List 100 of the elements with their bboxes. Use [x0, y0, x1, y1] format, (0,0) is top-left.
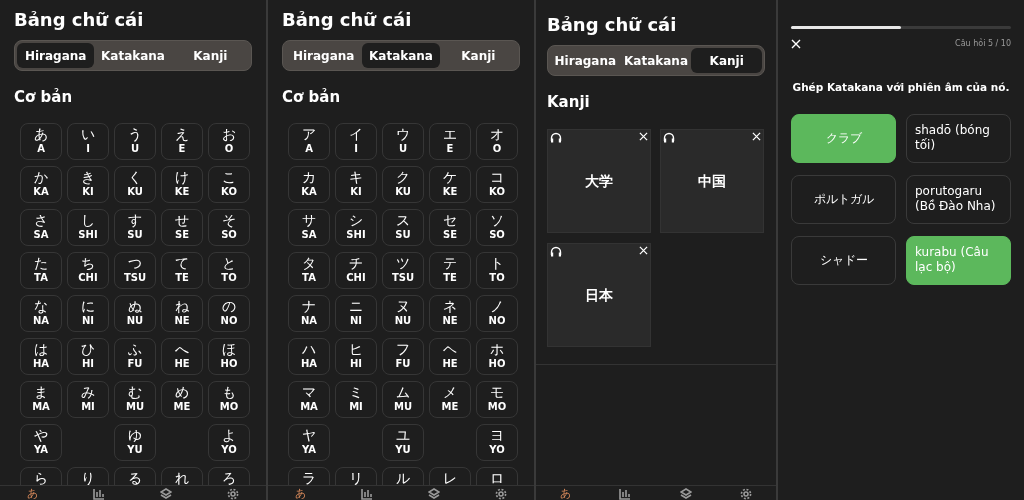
kana-tile[interactable]: フ FU — [382, 338, 424, 375]
kana-tile[interactable]: ひ HI — [67, 338, 109, 375]
kana-tile[interactable]: ケ KE — [429, 166, 471, 203]
kana-tile[interactable]: つ TSU — [114, 252, 156, 289]
kana-tile[interactable]: コ KO — [476, 166, 518, 203]
kana-tile[interactable]: セ SE — [429, 209, 471, 246]
nav-tab[interactable]: あ — [560, 488, 572, 500]
kana-tile[interactable]: ミ MI — [335, 381, 377, 418]
kana-tile[interactable]: か KA — [20, 166, 62, 203]
kana-tile[interactable]: ホ HO — [476, 338, 518, 375]
kana-tile[interactable]: た TA — [20, 252, 62, 289]
kanji-card[interactable]: 中国 — [660, 129, 764, 233]
answer-option[interactable]: shadō (bóng tối) — [906, 113, 1011, 163]
kana-tile[interactable]: イ I — [335, 123, 377, 160]
answer-option[interactable]: porutogaru (Bồ Đào Nha) — [906, 174, 1011, 224]
nav-tab[interactable]: あ — [27, 488, 39, 500]
kana-tile[interactable]: も MO — [208, 381, 250, 418]
kana-tile[interactable]: サ SA — [288, 209, 330, 246]
kana-tile[interactable]: オ O — [476, 123, 518, 160]
kana-tile[interactable]: ぬ NU — [114, 295, 156, 332]
kana-tile[interactable]: ユ YU — [382, 424, 424, 461]
kana-tile[interactable]: ち CHI — [67, 252, 109, 289]
kana-tile[interactable]: チ CHI — [335, 252, 377, 289]
headphones-icon[interactable] — [663, 132, 675, 143]
kana-tile[interactable]: エ E — [429, 123, 471, 160]
layers-icon[interactable] — [427, 488, 440, 500]
kana-tile[interactable]: お O — [208, 123, 250, 160]
kana-tile[interactable]: ム MU — [382, 381, 424, 418]
close-icon[interactable] — [791, 39, 801, 49]
layers-icon[interactable] — [159, 488, 172, 500]
tab[interactable]: Katakana — [362, 43, 440, 68]
layers-icon[interactable] — [679, 488, 692, 500]
kana-tile[interactable]: ハ HA — [288, 338, 330, 375]
settings-icon[interactable] — [494, 488, 507, 500]
kana-tile[interactable]: ツ TSU — [382, 252, 424, 289]
settings-icon[interactable] — [739, 488, 752, 500]
kana-tile[interactable]: あ A — [20, 123, 62, 160]
headphones-icon[interactable] — [550, 246, 562, 257]
kana-tile[interactable]: け KE — [161, 166, 203, 203]
kana-tile[interactable]: の NO — [208, 295, 250, 332]
tab[interactable]: Hiragana — [17, 43, 95, 68]
kana-tile[interactable]: や YA — [20, 424, 62, 461]
kana-tile[interactable]: ゆ YU — [114, 424, 156, 461]
settings-icon[interactable] — [226, 488, 239, 500]
kana-tile[interactable]: ふ FU — [114, 338, 156, 375]
kana-tile[interactable]: テ TE — [429, 252, 471, 289]
kana-tile[interactable]: く KU — [114, 166, 156, 203]
kanji-card[interactable]: 日本 — [547, 243, 651, 347]
kana-tile[interactable]: ノ NO — [476, 295, 518, 332]
kana-tile[interactable]: カ KA — [288, 166, 330, 203]
kana-tile[interactable]: ヘ HE — [429, 338, 471, 375]
tab[interactable]: Kanji — [439, 43, 517, 68]
kana-tile[interactable]: さ SA — [20, 209, 62, 246]
kana-tile[interactable]: ね NE — [161, 295, 203, 332]
kana-tile[interactable]: シ SHI — [335, 209, 377, 246]
kana-tile[interactable]: モ MO — [476, 381, 518, 418]
kana-tile[interactable]: ヤ YA — [288, 424, 330, 461]
kana-tile[interactable]: ス SU — [382, 209, 424, 246]
kana-tile[interactable]: め ME — [161, 381, 203, 418]
kanji-card[interactable]: 大学 — [547, 129, 651, 233]
close-icon[interactable] — [752, 132, 761, 141]
kana-tile[interactable]: よ YO — [208, 424, 250, 461]
tab[interactable]: Katakana — [620, 48, 692, 73]
kana-tile[interactable]: は HA — [20, 338, 62, 375]
tab[interactable]: Hiragana — [550, 48, 621, 73]
kana-tile[interactable]: ヨ YO — [476, 424, 518, 461]
kana-tile[interactable]: ウ U — [382, 123, 424, 160]
kana-tile[interactable]: し SHI — [67, 209, 109, 246]
kana-tile[interactable]: マ MA — [288, 381, 330, 418]
kana-tile[interactable]: ナ NA — [288, 295, 330, 332]
kana-tile[interactable]: ま MA — [20, 381, 62, 418]
kana-tile[interactable]: せ SE — [161, 209, 203, 246]
close-icon[interactable] — [639, 132, 648, 141]
tab[interactable]: Katakana — [94, 43, 172, 68]
chart-icon[interactable] — [93, 488, 106, 500]
kana-tile[interactable]: ほ HO — [208, 338, 250, 375]
kana-tile[interactable]: と TO — [208, 252, 250, 289]
tab[interactable]: Kanji — [691, 48, 762, 73]
tab[interactable]: Hiragana — [285, 43, 363, 68]
kana-tile[interactable]: ニ NI — [335, 295, 377, 332]
kana-tile[interactable]: ア A — [288, 123, 330, 160]
kana-tile[interactable]: ト TO — [476, 252, 518, 289]
kana-tile[interactable]: タ TA — [288, 252, 330, 289]
kana-tile[interactable]: み MI — [67, 381, 109, 418]
kana-tile[interactable]: え E — [161, 123, 203, 160]
kana-tile[interactable]: む MU — [114, 381, 156, 418]
kana-tile[interactable]: に NI — [67, 295, 109, 332]
answer-option[interactable]: ポルトガル — [791, 174, 896, 224]
kana-tile[interactable]: メ ME — [429, 381, 471, 418]
kana-tile[interactable]: う U — [114, 123, 156, 160]
kana-tile[interactable]: へ HE — [161, 338, 203, 375]
kana-tile[interactable]: な NA — [20, 295, 62, 332]
kana-tile[interactable]: す SU — [114, 209, 156, 246]
tab[interactable]: Kanji — [171, 43, 249, 68]
kana-tile[interactable]: い I — [67, 123, 109, 160]
kana-tile[interactable]: こ KO — [208, 166, 250, 203]
kana-tile[interactable]: て TE — [161, 252, 203, 289]
chart-icon[interactable] — [619, 488, 632, 500]
close-icon[interactable] — [639, 246, 648, 255]
chart-icon[interactable] — [361, 488, 374, 500]
